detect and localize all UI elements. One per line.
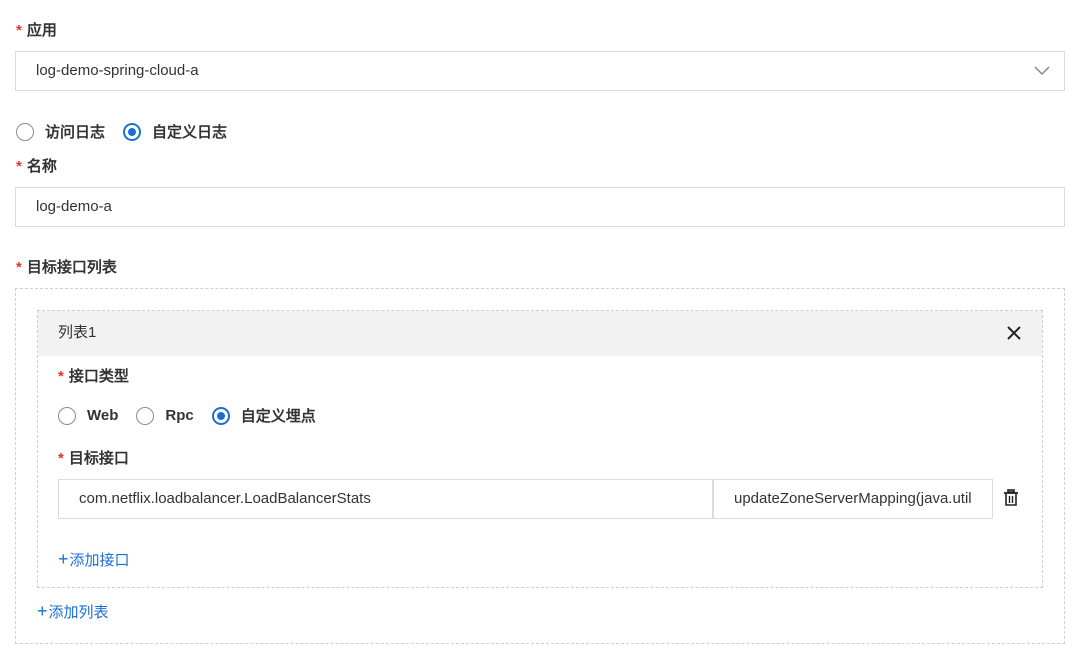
chevron-down-icon (1034, 66, 1050, 76)
add-list-link[interactable]: +添加列表 (37, 601, 109, 623)
list-card-header (38, 311, 1042, 356)
app-select-value: log-demo-spring-cloud-a (36, 62, 199, 79)
radio-circle (136, 406, 155, 425)
radio-circle (58, 406, 76, 425)
list-card-title: 列表1 (58, 324, 97, 341)
interface-class-input[interactable]: com.netflix.loadbalancer.LoadBalancerSta… (58, 479, 713, 519)
radio-web[interactable]: Web (58, 406, 118, 425)
name-input[interactable]: log-demo-a (15, 187, 1065, 227)
radio-custom-log[interactable]: 自定义日志 (123, 121, 227, 142)
interface-class-value: com.netflix.loadbalancer.LoadBalancerSta… (79, 490, 371, 507)
trash-icon[interactable] (1003, 489, 1019, 507)
app-label: * 应用 (16, 22, 57, 39)
interface-type-label: * 接口类型 (58, 368, 129, 385)
target-interface-label: * 目标接口 (58, 450, 129, 467)
interface-method-input[interactable]: updateZoneServerMapping(java.util (713, 479, 993, 519)
plus-icon: + (37, 601, 48, 621)
interface-type-radio-group: Web Rpc 自定义埋点 (58, 405, 334, 426)
add-interface-link[interactable]: +添加接口 (58, 549, 130, 571)
required-mark: * (16, 259, 22, 276)
app-select[interactable]: log-demo-spring-cloud-a (15, 51, 1065, 91)
name-label: * 名称 (16, 158, 57, 175)
required-mark: * (16, 22, 22, 39)
radio-access-log[interactable]: 访问日志 (16, 121, 105, 142)
name-input-value: log-demo-a (36, 198, 112, 215)
required-mark: * (58, 368, 64, 385)
required-mark: * (58, 450, 64, 467)
radio-rpc[interactable]: Rpc (136, 406, 194, 425)
log-type-radio-group: 访问日志 自定义日志 (16, 121, 245, 142)
plus-icon: + (58, 549, 69, 569)
target-list-label: * 目标接口列表 (16, 259, 117, 276)
radio-circle-checked (123, 122, 142, 141)
close-icon[interactable] (1006, 325, 1022, 341)
interface-method-value: updateZoneServerMapping(java.util (734, 490, 972, 507)
radio-circle (16, 122, 34, 141)
required-mark: * (16, 158, 22, 175)
radio-circle-checked (211, 406, 230, 425)
radio-custom-tracking[interactable]: 自定义埋点 (211, 405, 316, 426)
